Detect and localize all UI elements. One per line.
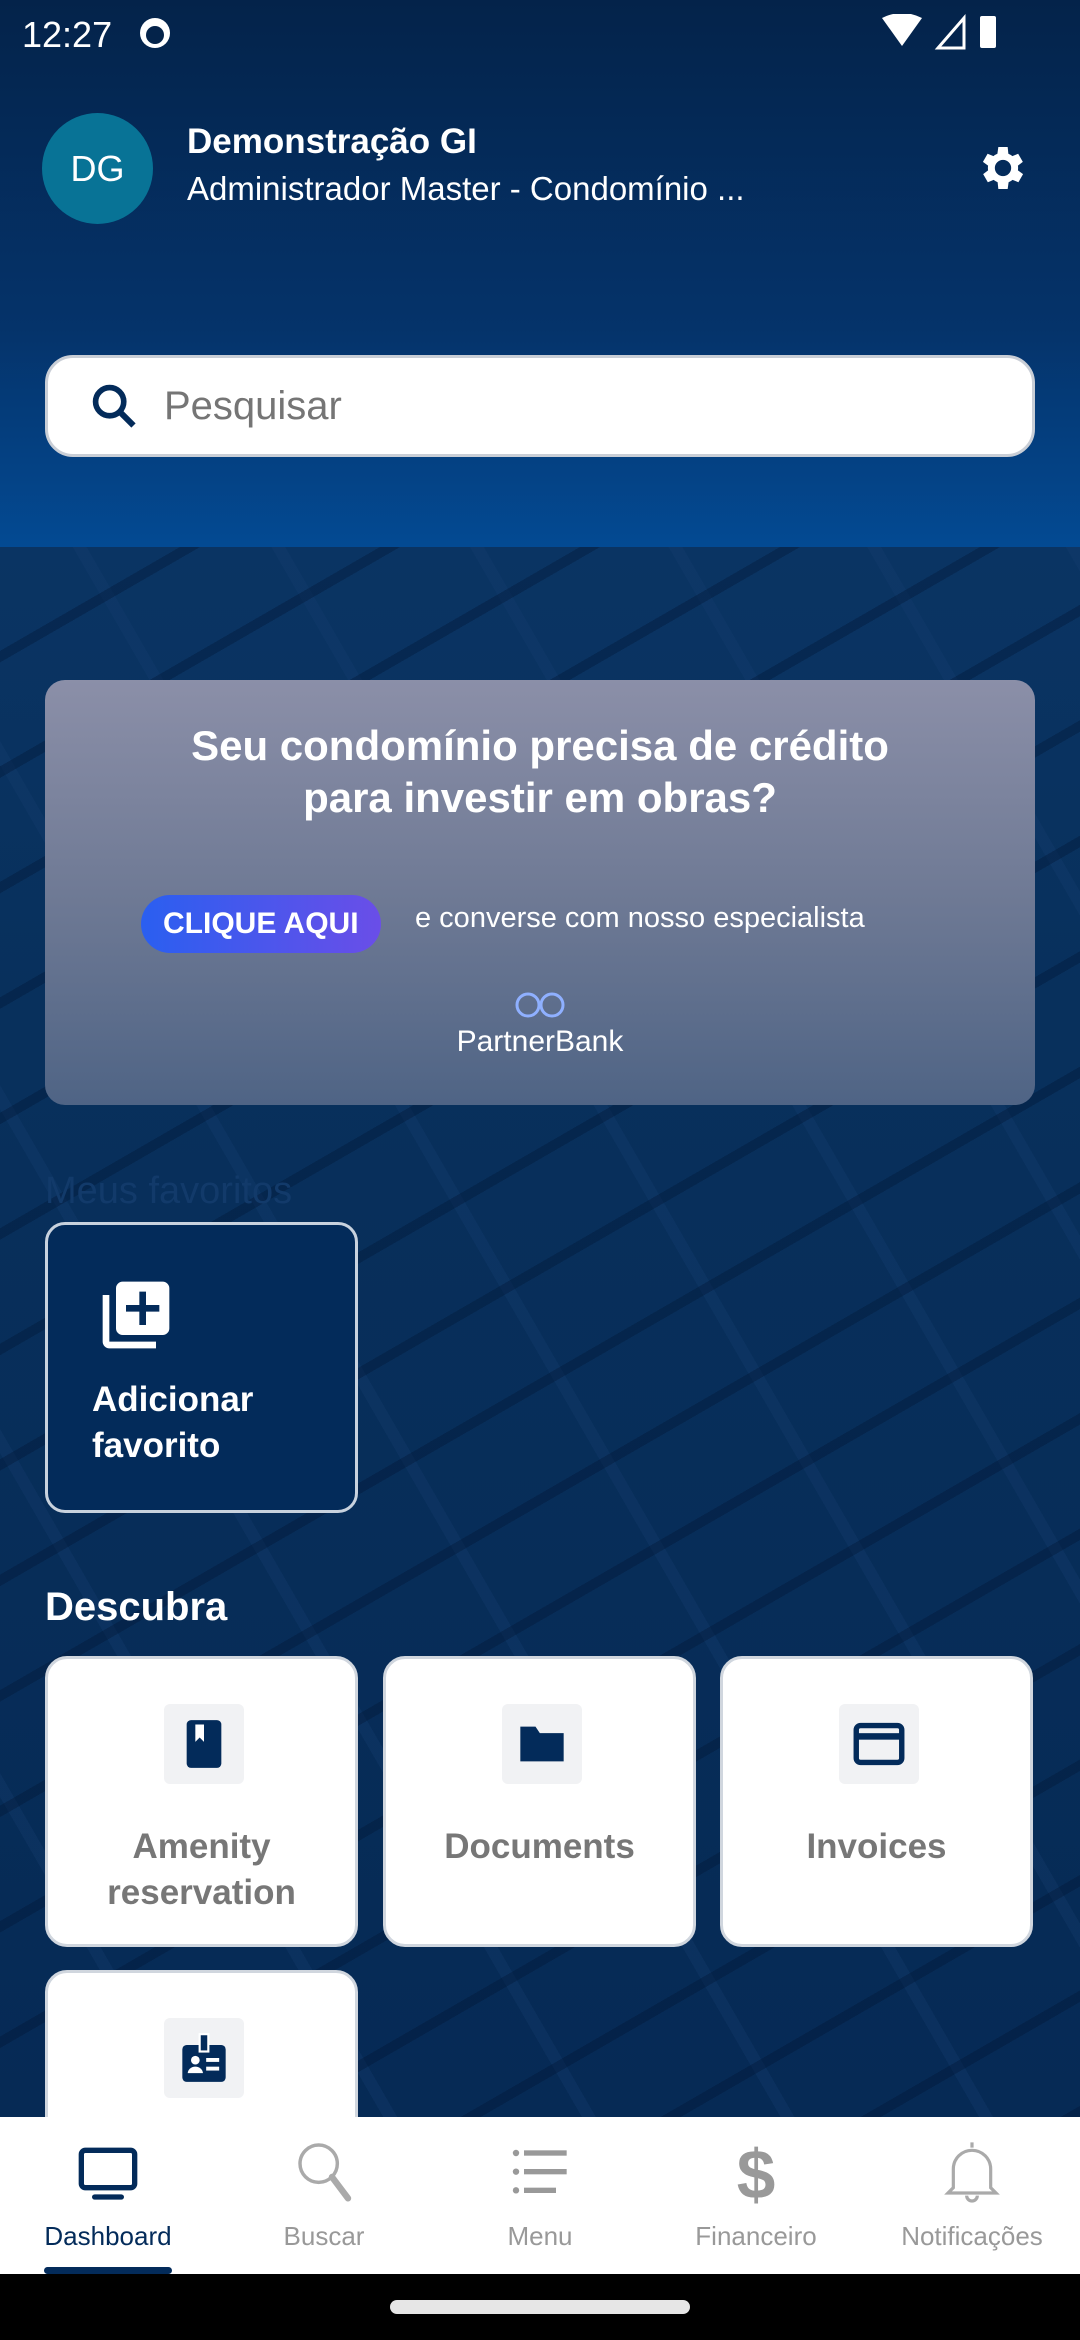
tile-label: Amenity [132,1827,271,1866]
discover-title: Descubra [45,1585,228,1629]
bell-icon [944,2142,1000,2203]
library-add-icon [102,1281,170,1349]
tile-documents[interactable]: Documents [383,1656,696,1947]
tile-invoices[interactable]: Invoices [720,1656,1033,1947]
bottom-nav: Dashboard Buscar Menu $ Financeiro Notif… [0,2117,1080,2274]
dollar-icon: $ [737,2137,776,2209]
status-time: 12:27 [22,14,113,55]
list-icon [512,2149,567,2194]
nav-label: Buscar [283,2221,365,2251]
add-favorite-label-2: favorito [92,1426,221,1465]
user-role: Administrador Master - Condomínio ... [187,170,745,207]
add-favorite-button[interactable]: Adicionar favorito [45,1222,358,1513]
gear-icon[interactable] [975,140,1031,196]
search-icon [298,2143,352,2202]
folder-icon [520,1726,564,1762]
user-name: Demonstração GI [187,122,477,161]
credit-card-icon [853,1722,905,1766]
search-bar[interactable] [45,355,1035,457]
banner-cta-text: e converse com nosso especialista [415,902,865,934]
nav-label: Notificações [901,2221,1043,2251]
banner-headline-2: para investir em obras? [303,774,777,821]
tile-label: reservation [107,1873,296,1912]
nav-label: Menu [507,2221,573,2251]
nav-notificacoes[interactable]: Notificações [864,2117,1080,2274]
banner-brand: PartnerBank [456,1025,624,1058]
search-input[interactable] [164,383,964,429]
nav-dashboard[interactable]: Dashboard [0,2117,216,2274]
badge-id-icon [182,2033,226,2082]
nav-menu[interactable]: Menu [432,2117,648,2274]
monitor-icon [78,2147,138,2200]
nav-financeiro[interactable]: $ Financeiro [648,2117,864,2274]
search-icon [92,384,136,428]
home-gesture-handle[interactable] [390,2300,690,2314]
app-notification-icon [140,18,170,48]
tile-label: Documents [444,1827,635,1866]
avatar[interactable]: DG [42,113,153,224]
tile-amenity-reservation[interactable]: Amenity reservation [45,1656,358,1947]
partnerbank-logo-icon [515,992,565,1018]
add-favorite-label-1: Adicionar [92,1380,254,1419]
active-indicator [44,2267,172,2274]
status-icons [882,14,996,50]
header-background [0,0,1080,547]
banner-cta-button[interactable]: CLIQUE AQUI [141,895,381,953]
favorites-title: Meus favoritos [45,1170,293,1212]
promo-banner[interactable]: Seu condomínio precisa de crédito para in… [45,680,1035,1105]
nav-label: Financeiro [695,2221,817,2251]
svg-text:$: $ [737,2137,776,2209]
nav-buscar[interactable]: Buscar [216,2117,432,2274]
bookmark-book-icon [186,1720,222,1768]
tile-label: Invoices [806,1827,947,1866]
nav-label: Dashboard [44,2221,172,2251]
banner-headline-1: Seu condomínio precisa de crédito [191,722,889,769]
